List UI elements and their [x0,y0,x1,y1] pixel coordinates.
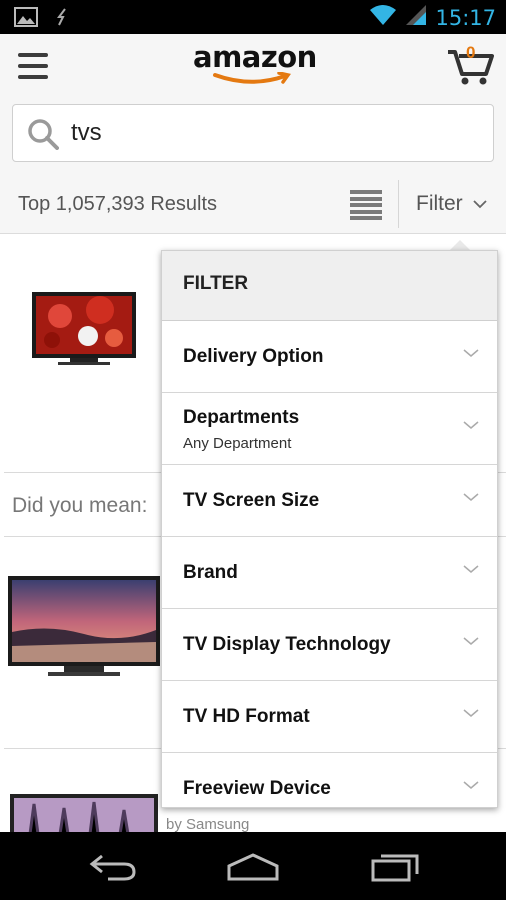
system-nav-bar [0,832,506,900]
logo-text: amazon [193,40,317,74]
filter-item-label: TV HD Format [183,706,310,727]
signal-icon [405,4,427,31]
divider [398,180,399,228]
product-image-tv-sunset[interactable] [8,576,160,680]
filter-item-departments[interactable]: Departments Any Department [162,393,497,465]
did-you-mean: Did you mean: [12,494,148,517]
cart-button[interactable]: 0 [446,43,494,86]
app-header: amazon 0 [0,34,506,98]
filter-panel: FILTER Delivery Option Departments Any D… [161,250,498,808]
recent-apps-icon[interactable] [370,852,420,887]
filter-item-label: Departments [183,407,300,428]
search-input[interactable]: tvs [12,104,494,162]
results-bar: Top 1,057,393 Results Filter [0,176,506,234]
chevron-down-icon [463,493,479,501]
chevron-down-icon [463,421,479,429]
filter-item-tv-hd-format[interactable]: TV HD Format [162,681,497,753]
search-query: tvs [71,119,102,146]
filter-title: FILTER [162,251,497,321]
filter-item-sub: Any Department [183,435,292,452]
filter-item-brand[interactable]: Brand [162,537,497,609]
filter-item-delivery-option[interactable]: Delivery Option [162,321,497,393]
list-view-icon[interactable] [350,190,382,220]
product-image-tv-lavender[interactable] [10,794,158,832]
search-area: tvs [0,98,506,176]
menu-icon[interactable] [18,53,48,79]
cart-count: 0 [466,43,476,62]
chevron-down-icon [463,709,479,717]
missed-call-icon [56,8,68,31]
smile-arrow-icon [213,71,291,84]
filter-label: Filter [416,192,463,215]
chevron-down-icon [463,349,479,357]
wifi-icon [369,4,397,31]
chevron-down-icon [463,781,479,789]
filter-item-tv-screen-size[interactable]: TV Screen Size [162,465,497,537]
filter-item-label: Brand [183,562,238,583]
filter-item-tv-display-technology[interactable]: TV Display Technology [162,609,497,681]
amazon-logo[interactable]: amazon [193,40,317,88]
search-icon [27,118,59,155]
filter-item-label: TV Display Technology [183,634,391,655]
filter-item-label: TV Screen Size [183,490,320,511]
product-byline: by Samsung [166,816,250,832]
chevron-down-icon [463,565,479,573]
home-icon[interactable] [226,852,280,887]
chevron-down-icon [463,637,479,645]
status-bar: 15:17 [0,0,506,34]
results-count: Top 1,057,393 Results [18,193,218,215]
filter-item-label: Freeview Device [183,778,331,799]
filter-item-freeview-device[interactable]: Freeview Device [162,753,497,807]
back-icon[interactable] [88,852,138,887]
status-time: 15:17 [435,5,496,30]
chevron-down-icon [473,200,487,209]
product-image-tv-red[interactable] [30,292,138,368]
filter-button[interactable]: Filter [416,192,487,216]
gallery-notification-icon [14,7,38,32]
filter-item-label: Delivery Option [183,346,324,367]
